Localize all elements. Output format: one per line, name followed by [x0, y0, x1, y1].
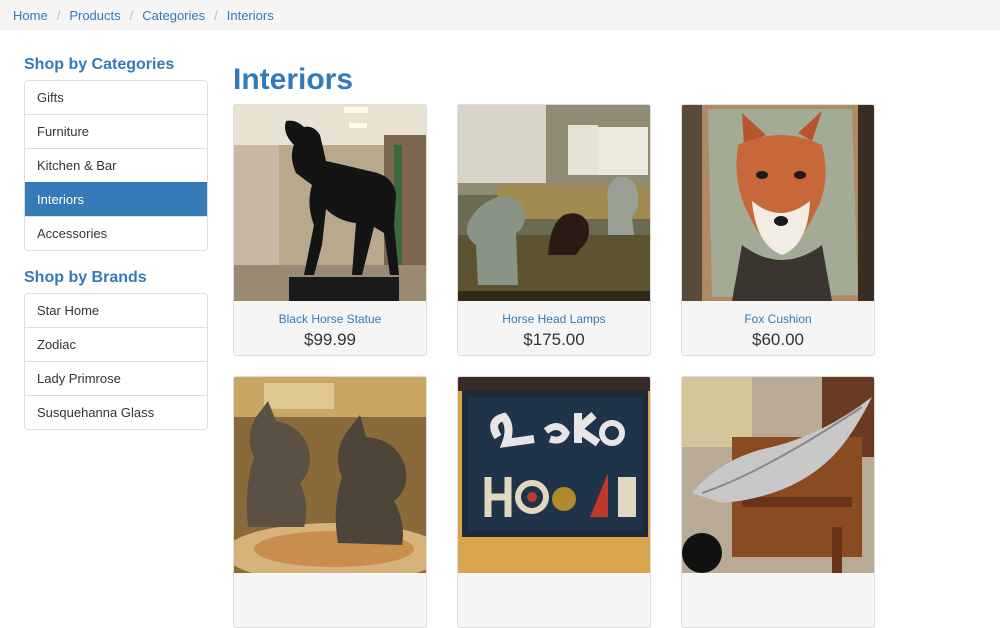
breadcrumb-products[interactable]: Products	[69, 8, 120, 23]
category-kitchen-bar[interactable]: Kitchen & Bar	[25, 148, 207, 182]
product-card[interactable]	[457, 376, 651, 628]
brands-heading: Shop by Brands	[24, 269, 147, 286]
product-price: $99.99	[304, 330, 356, 349]
product-image[interactable]	[234, 105, 426, 301]
product-image[interactable]	[682, 377, 874, 573]
product-image[interactable]	[458, 377, 650, 573]
category-gifts[interactable]: Gifts	[25, 81, 207, 114]
breadcrumb-separator: /	[56, 7, 61, 23]
product-card[interactable]	[681, 376, 875, 628]
product-card[interactable]: Fox Cushion $60.00	[681, 104, 875, 356]
category-interiors[interactable]: Interiors	[25, 182, 207, 216]
product-price: $175.00	[523, 330, 585, 349]
product-image[interactable]	[458, 105, 650, 301]
product-card[interactable]: Horse Head Lamps $175.00	[457, 104, 651, 356]
breadcrumb-home[interactable]: Home	[13, 8, 48, 23]
categories-list: Gifts Furniture Kitchen & Bar Interiors …	[24, 80, 208, 251]
page-title: Interiors	[233, 63, 354, 96]
product-name[interactable]	[234, 583, 426, 599]
categories-heading: Shop by Categories	[24, 56, 175, 73]
brands-list: Star Home Zodiac Lady Primrose Susquehan…	[24, 293, 208, 430]
brand-susquehanna-glass[interactable]: Susquehanna Glass	[25, 395, 207, 429]
product-name[interactable]	[682, 583, 874, 599]
product-name[interactable]	[458, 583, 650, 599]
breadcrumb-interiors[interactable]: Interiors	[227, 8, 274, 23]
product-image[interactable]	[682, 105, 874, 301]
sidebar: Shop by Categories Gifts Furniture Kitch…	[24, 52, 208, 430]
breadcrumb-separator: /	[214, 7, 218, 23]
product-price: $60.00	[752, 330, 804, 349]
category-accessories[interactable]: Accessories	[25, 216, 207, 250]
product-name[interactable]: Fox Cushion	[682, 311, 874, 327]
breadcrumb-categories[interactable]: Categories	[142, 8, 205, 23]
product-image[interactable]	[234, 377, 426, 573]
product-card[interactable]: Black Horse Statue $99.99	[233, 104, 427, 356]
breadcrumb-separator: /	[129, 7, 134, 23]
brand-zodiac[interactable]: Zodiac	[25, 327, 207, 361]
product-card[interactable]	[233, 376, 427, 628]
product-name[interactable]: Black Horse Statue	[234, 311, 426, 327]
brand-lady-primrose[interactable]: Lady Primrose	[25, 361, 207, 395]
category-furniture[interactable]: Furniture	[25, 114, 207, 148]
breadcrumb: Home / Products / Categories / Interiors	[0, 0, 1000, 30]
product-name[interactable]: Horse Head Lamps	[458, 311, 650, 327]
brand-star-home[interactable]: Star Home	[25, 294, 207, 327]
